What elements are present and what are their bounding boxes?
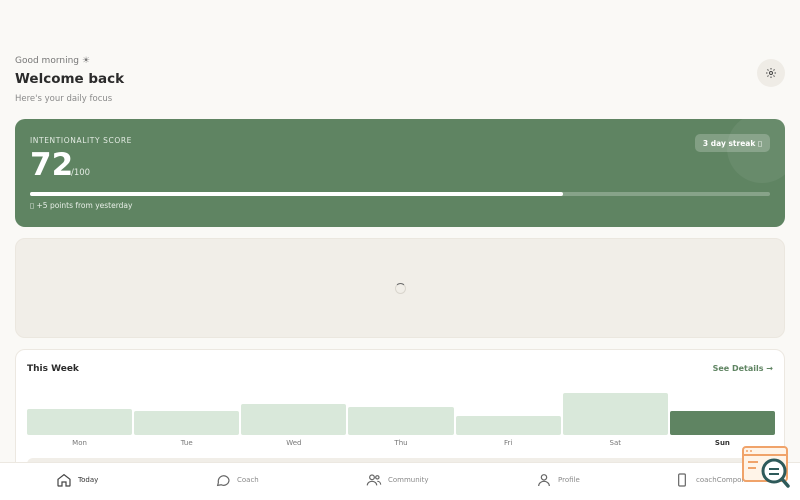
week-day-label-mon: Mon	[72, 439, 87, 447]
week-day-label-tue: Tue	[180, 439, 193, 447]
nav-label-community: Community	[388, 476, 429, 484]
users-icon	[366, 474, 382, 486]
score-change-text: ▯ +5 points from yesterday	[30, 201, 133, 210]
inspector-search-icon	[742, 446, 790, 488]
inspector-badge[interactable]	[742, 446, 790, 490]
nav-item-profile[interactable]: Profile	[536, 472, 580, 488]
page-subtitle: Here's your daily focus	[15, 94, 113, 104]
nav-item-coach[interactable]: Coach	[215, 472, 259, 488]
week-bar-fri[interactable]	[455, 416, 561, 435]
home-icon	[57, 473, 71, 487]
score-progress-fill	[30, 192, 563, 196]
score-value: 72	[30, 147, 74, 183]
week-bar-sun[interactable]	[669, 411, 775, 435]
nav-label-profile: Profile	[558, 476, 580, 484]
week-bar-tue[interactable]	[134, 411, 240, 435]
streak-badge: 3 day streak ▯	[695, 134, 770, 152]
week-bar-mon[interactable]	[27, 408, 133, 435]
nav-label-today: Today	[78, 476, 99, 484]
nav-label-coach: Coach	[237, 476, 259, 484]
week-bar-thu[interactable]	[348, 406, 454, 435]
nav-item-community[interactable]: Community	[366, 472, 429, 488]
week-title: This Week	[27, 364, 79, 374]
page-title: Welcome back	[15, 71, 125, 87]
week-day-label-fri: Fri	[503, 439, 513, 447]
intentionality-score-card: INTENTIONALITY SCORE 72 /100 3 day strea…	[15, 119, 785, 227]
week-bar-sat[interactable]	[562, 393, 668, 435]
user-icon	[538, 474, 550, 487]
week-day-label-wed: Wed	[286, 439, 302, 447]
gear-icon	[766, 68, 776, 78]
loading-spinner-icon	[395, 283, 406, 294]
bottom-navigation: Today Coach Community Profile coachCompo…	[0, 462, 800, 500]
greeting-header: Good morning ☀ Welcome back Here's your …	[15, 56, 124, 104]
week-day-label-thu: Thu	[394, 439, 408, 447]
settings-button[interactable]	[757, 59, 785, 87]
score-max: /100	[71, 168, 91, 178]
chat-bubble-icon	[216, 475, 230, 487]
score-progress-bar	[30, 192, 770, 196]
score-label: INTENTIONALITY SCORE	[30, 136, 132, 145]
week-bar-wed[interactable]	[241, 403, 347, 435]
greeting-text: Good morning ☀	[15, 56, 90, 66]
nav-item-today[interactable]: Today	[56, 472, 98, 488]
phone-icon	[678, 473, 686, 487]
see-details-link[interactable]: See Details →	[713, 364, 773, 373]
week-day-label-sat: Sat	[609, 439, 622, 447]
loading-card	[15, 238, 785, 338]
